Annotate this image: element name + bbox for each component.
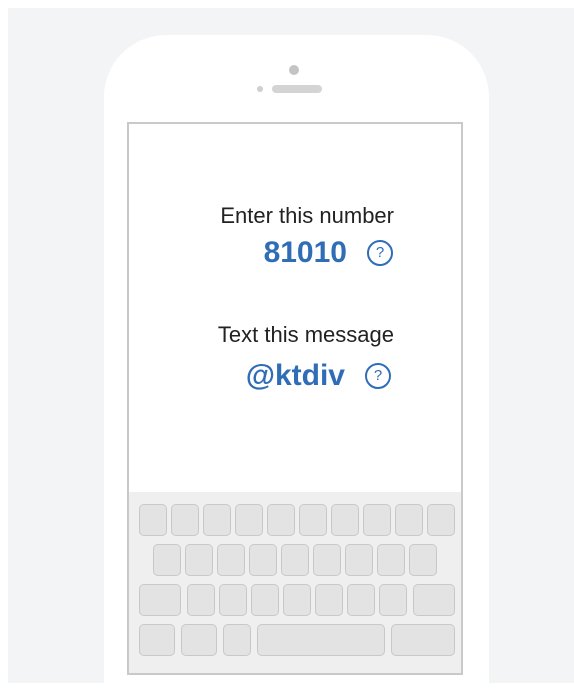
keyboard-key	[281, 544, 309, 576]
keyboard-key	[251, 584, 279, 616]
keyboard-key	[391, 624, 455, 656]
number-value: 81010	[263, 236, 347, 269]
sensor-icon	[257, 86, 263, 92]
keyboard-key	[313, 544, 341, 576]
keyboard-key	[363, 504, 391, 536]
keyboard-space-key	[257, 624, 385, 656]
keyboard-key	[185, 544, 213, 576]
keyboard-key	[153, 544, 181, 576]
keyboard-key	[181, 624, 217, 656]
keyboard-key	[219, 584, 247, 616]
number-label: Enter this number	[220, 203, 394, 228]
keyboard-key	[427, 504, 455, 536]
keyboard-key	[315, 584, 343, 616]
keyboard-key	[235, 504, 263, 536]
keyboard-key	[139, 624, 175, 656]
camera-icon	[289, 65, 299, 75]
keyboard-key	[377, 544, 405, 576]
message-label: Text this message	[217, 322, 394, 347]
keyboard-key	[299, 504, 327, 536]
keyboard-key	[345, 544, 373, 576]
keyboard-key	[395, 504, 423, 536]
keyboard-key	[283, 584, 311, 616]
number-row: 81010 ?	[264, 236, 393, 270]
number-help-icon[interactable]: ?	[367, 240, 393, 266]
keyboard-key	[413, 584, 455, 616]
keyboard-key	[187, 584, 215, 616]
keyboard-illustration	[129, 492, 461, 673]
keyboard-key	[379, 584, 407, 616]
message-row: @ktdiv ?	[246, 359, 391, 393]
phone-screen: Enter this number 81010 ? Text this mess…	[127, 122, 463, 675]
keyboard-key	[217, 544, 245, 576]
message-help-icon[interactable]: ?	[365, 363, 391, 389]
keyboard-key	[139, 504, 167, 536]
message-value: @ktdiv	[245, 359, 345, 392]
keyboard-key	[249, 544, 277, 576]
speaker-icon	[272, 85, 322, 93]
keyboard-key	[409, 544, 437, 576]
keyboard-key	[347, 584, 375, 616]
keyboard-key	[267, 504, 295, 536]
keyboard-key	[139, 584, 181, 616]
keyboard-key	[171, 504, 199, 536]
keyboard-key	[331, 504, 359, 536]
keyboard-key	[203, 504, 231, 536]
keyboard-key	[223, 624, 251, 656]
